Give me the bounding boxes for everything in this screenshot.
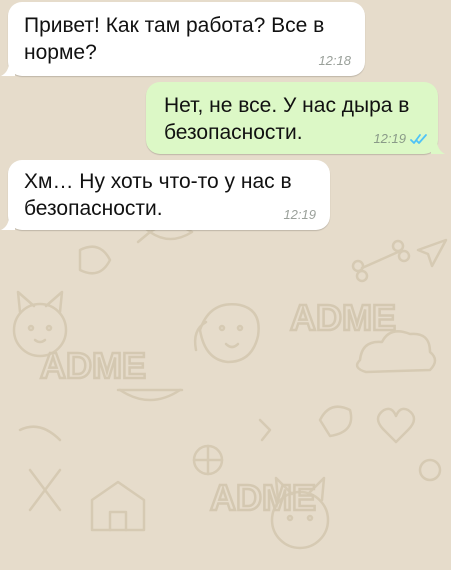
bubble-tail-icon — [1, 216, 15, 230]
message-meta: 12:19 — [373, 131, 428, 146]
message-text: Хм… Ну хоть что-то у нас в безопасности. — [24, 170, 292, 220]
message-time: 12:18 — [318, 53, 351, 68]
message-time: 12:19 — [283, 207, 316, 222]
message-time: 12:19 — [373, 131, 406, 146]
message-meta: 12:18 — [318, 53, 351, 68]
bubble-tail-icon — [1, 62, 15, 76]
bubble-tail-icon — [431, 140, 445, 154]
double-check-read-icon — [410, 133, 428, 145]
message-bubble-outgoing[interactable]: Нет, не все. У нас дыра в безопасности. … — [146, 82, 445, 154]
message-meta: 12:19 — [283, 207, 316, 222]
message-bubble-incoming[interactable]: Привет! Как там работа? Все в норме? 12:… — [1, 2, 365, 76]
message-bubble-incoming[interactable]: Хм… Ну хоть что-то у нас в безопасности.… — [1, 160, 330, 230]
message-text: Привет! Как там работа? Все в норме? — [24, 14, 325, 64]
chat-conversation: Привет! Как там работа? Все в норме? 12:… — [0, 0, 451, 570]
